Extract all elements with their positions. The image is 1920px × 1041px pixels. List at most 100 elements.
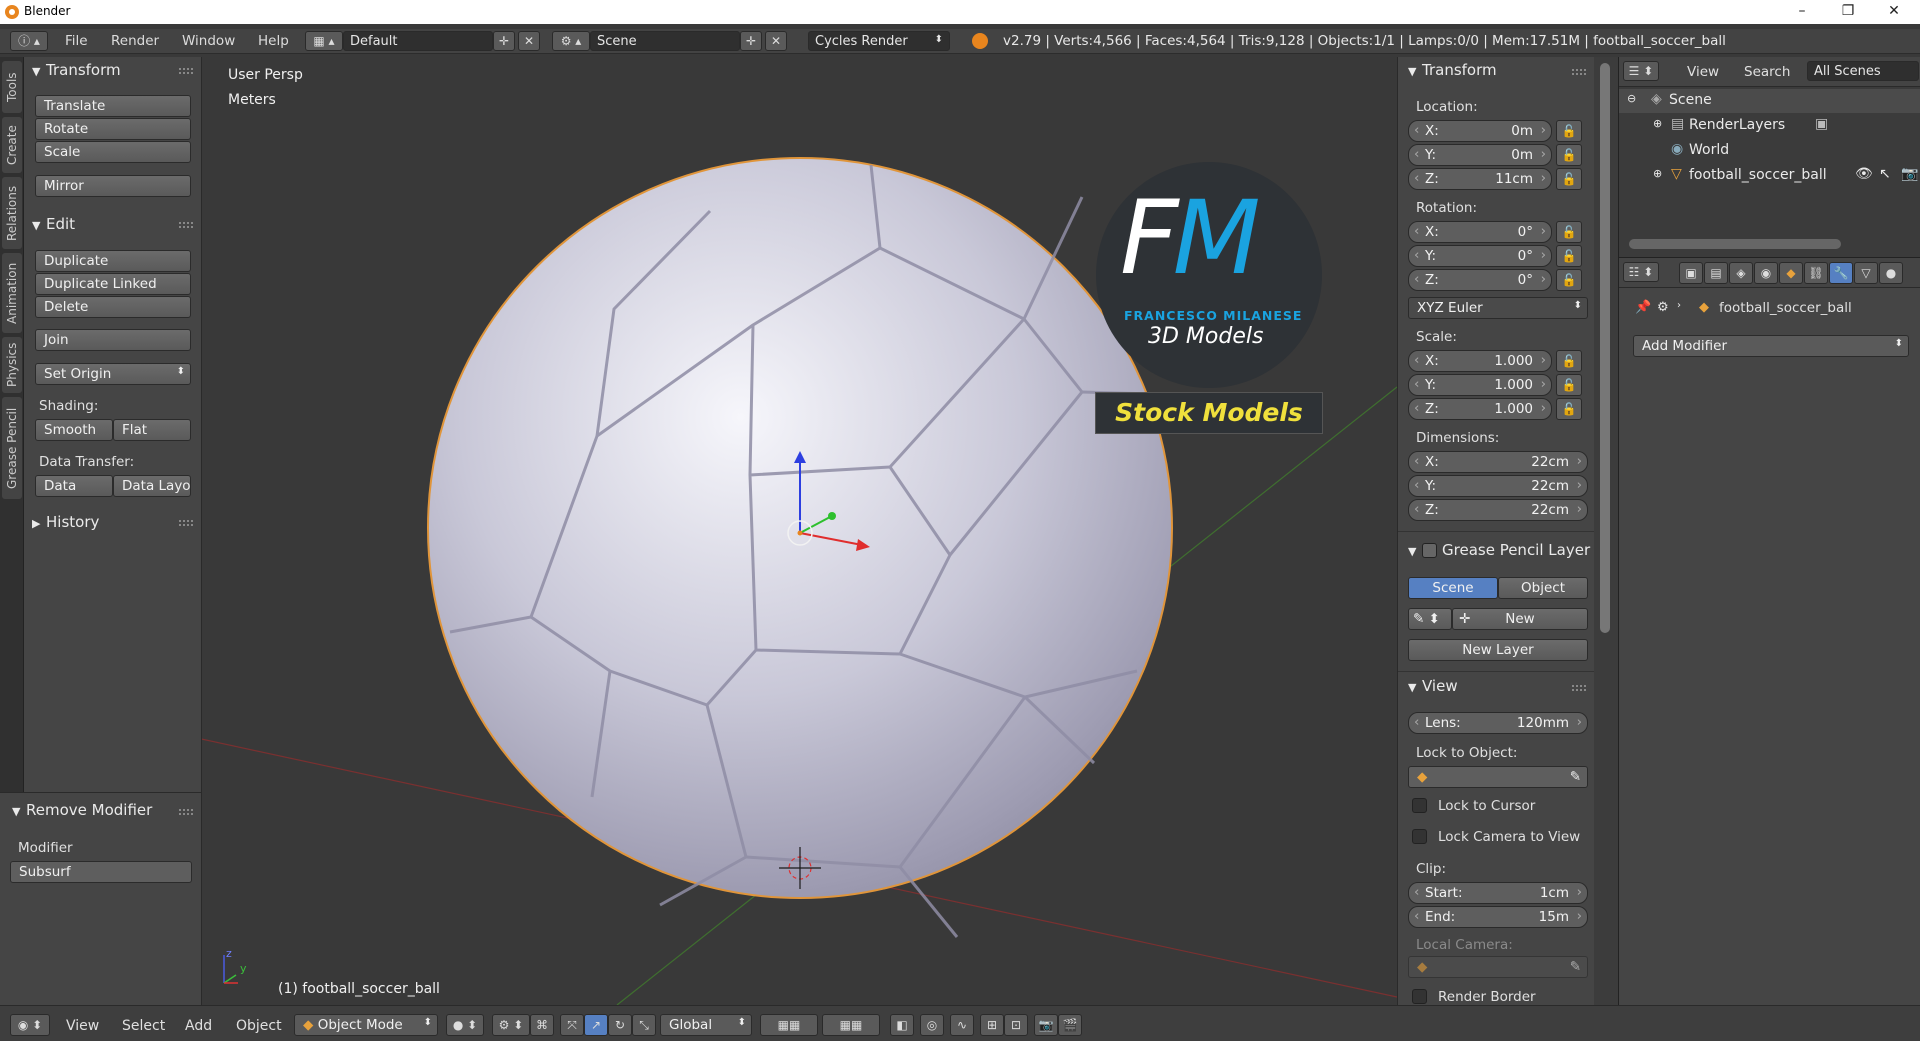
scale-z-field[interactable]: Z: 1.000: [1408, 398, 1552, 420]
panel-grip-icon[interactable]: [179, 222, 193, 228]
translate-active-icon[interactable]: ↗: [584, 1014, 608, 1036]
clip-end-field[interactable]: End: 15m: [1408, 906, 1588, 928]
tab-animation[interactable]: Animation: [2, 253, 22, 333]
grease-pencil-layer-header[interactable]: ▼ Grease Pencil Layer: [1408, 541, 1590, 559]
snap-icon[interactable]: ⊞: [980, 1014, 1004, 1036]
duplicate-button[interactable]: Duplicate: [35, 250, 191, 272]
outliner-editor-icon[interactable]: ☰ ⬍: [1623, 61, 1659, 81]
render-layers-tab-icon[interactable]: ▤: [1704, 262, 1728, 284]
outliner-row-object[interactable]: ⊕ ▽ football_soccer_ball 👁 ↖ 📷: [1619, 164, 1920, 188]
panel-grip-icon[interactable]: [179, 809, 193, 815]
data-layout-button[interactable]: Data Layo: [113, 475, 191, 497]
maximize-button[interactable]: ❐: [1826, 0, 1870, 24]
world-tab-icon[interactable]: ◉: [1754, 262, 1778, 284]
editor-type-3d-icon[interactable]: ◉ ⬍: [10, 1014, 50, 1036]
data-transfer-button[interactable]: Data: [35, 475, 113, 497]
view-panel-header[interactable]: ▼ View: [1408, 677, 1458, 695]
shade-flat-button[interactable]: Flat: [113, 419, 191, 441]
properties-editor-icon[interactable]: ☷ ⬍: [1623, 262, 1659, 282]
rotation-y-field[interactable]: Y: 0°: [1408, 245, 1552, 267]
tab-physics[interactable]: Physics: [2, 337, 22, 393]
tab-create[interactable]: Create: [2, 117, 22, 173]
data-tab-icon[interactable]: ▽: [1854, 262, 1878, 284]
pivot-point-icon[interactable]: ⚙ ⬍: [492, 1014, 530, 1036]
add-modifier-select[interactable]: Add Modifier ⬍: [1633, 335, 1909, 357]
rotation-z-field[interactable]: Z: 0°: [1408, 269, 1552, 291]
history-panel-header[interactable]: ▶ History: [32, 513, 99, 531]
close-button[interactable]: ✕: [1872, 0, 1916, 24]
gp-object-toggle[interactable]: Object: [1498, 577, 1588, 599]
gp-scene-toggle[interactable]: Scene: [1408, 577, 1498, 599]
material-tab-icon[interactable]: ●: [1879, 262, 1903, 284]
object-tab-icon[interactable]: ◆: [1779, 262, 1803, 284]
lock-icon[interactable]: 🔓: [1556, 245, 1582, 267]
add-layout-icon[interactable]: ✛: [493, 31, 515, 51]
outliner-display-mode[interactable]: All Scenes: [1807, 61, 1919, 81]
outliner-h-scrollbar[interactable]: [1629, 239, 1841, 249]
render-border-checkbox[interactable]: [1412, 989, 1427, 1004]
footer-select-menu[interactable]: Select: [122, 1018, 165, 1034]
scene-name-field[interactable]: Scene: [590, 31, 740, 51]
editor-type-info-icon[interactable]: ⓘ ▴: [10, 31, 48, 51]
gp-new-button[interactable]: ✛ New: [1452, 608, 1588, 630]
snap-target-icon[interactable]: ⊡: [1004, 1014, 1028, 1036]
mirror-button[interactable]: Mirror: [35, 175, 191, 197]
collapse-icon[interactable]: ⊖: [1627, 92, 1636, 105]
translate-manip-icon[interactable]: ⤧: [560, 1014, 584, 1036]
lock-camera-checkbox[interactable]: [1412, 829, 1427, 844]
lock-icon[interactable]: 🔓: [1556, 144, 1582, 166]
render-engine-select[interactable]: Cycles Render ⬍: [808, 31, 950, 51]
remove-layout-icon[interactable]: ✕: [518, 31, 540, 51]
lock-icon[interactable]: 🔓: [1556, 374, 1582, 396]
local-camera-field[interactable]: ◆ ✎: [1408, 956, 1588, 978]
location-z-field[interactable]: Z: 11cm: [1408, 168, 1552, 190]
delete-button[interactable]: Delete: [35, 296, 191, 318]
tab-tools[interactable]: Tools: [2, 61, 22, 113]
expand-icon[interactable]: ⊕: [1653, 117, 1662, 130]
footer-view-menu[interactable]: View: [66, 1018, 99, 1034]
edit-panel-header[interactable]: ▼ Edit: [32, 215, 75, 233]
location-y-field[interactable]: Y: 0m: [1408, 144, 1552, 166]
scale-x-field[interactable]: X: 1.000: [1408, 350, 1552, 372]
scene-layers-2-icon[interactable]: ▦▦: [822, 1014, 880, 1036]
menu-help[interactable]: Help: [258, 33, 289, 49]
orientation-select[interactable]: Global ⬍: [660, 1014, 752, 1036]
manipulator-toggle-icon[interactable]: ⌘: [530, 1014, 554, 1036]
viewport-shading-icon[interactable]: ● ⬍: [446, 1014, 484, 1036]
expand-icon[interactable]: ⊕: [1653, 167, 1662, 180]
layout-grid-icon[interactable]: ▦ ▴: [305, 31, 343, 51]
lock-icon[interactable]: 🔓: [1556, 168, 1582, 190]
renderable-camera-icon[interactable]: 📷: [1901, 166, 1918, 182]
pin-icon[interactable]: 📌: [1635, 300, 1651, 315]
render-anim-icon[interactable]: 🎬: [1058, 1014, 1082, 1036]
scene-tab-icon[interactable]: ◈: [1729, 262, 1753, 284]
modifier-name-field[interactable]: Subsurf: [10, 861, 192, 883]
selectable-cursor-icon[interactable]: ↖: [1879, 166, 1891, 182]
tab-relations[interactable]: Relations: [2, 177, 22, 249]
scene-layers-icon[interactable]: ▦▦: [760, 1014, 818, 1036]
dimension-y-field[interactable]: Y: 22cm: [1408, 475, 1588, 497]
lock-icon[interactable]: 🔓: [1556, 398, 1582, 420]
outliner-view-menu[interactable]: View: [1687, 64, 1719, 80]
outliner-row-scene[interactable]: ⊖ ◈ Scene: [1619, 89, 1920, 113]
minimize-button[interactable]: –: [1780, 0, 1824, 24]
lock-icon[interactable]: 🔓: [1556, 120, 1582, 142]
y-gizmo-handle-icon[interactable]: [828, 512, 836, 520]
modifiers-wrench-tab-icon[interactable]: 🔧: [1829, 262, 1853, 284]
panel-grip-icon[interactable]: [179, 520, 193, 526]
lock-icon[interactable]: 🔓: [1556, 221, 1582, 243]
3d-viewport[interactable]: User Persp Meters z y (1) football_socce…: [202, 57, 1397, 1005]
outliner-search-menu[interactable]: Search: [1744, 64, 1790, 80]
render-tab-icon[interactable]: ▣: [1679, 262, 1703, 284]
dimension-x-field[interactable]: X: 22cm: [1408, 451, 1588, 473]
translate-button[interactable]: Translate: [35, 95, 191, 117]
remove-scene-icon[interactable]: ✕: [765, 31, 787, 51]
footer-object-menu[interactable]: Object: [236, 1018, 282, 1034]
panel-grip-icon[interactable]: [179, 68, 193, 74]
scrollbar-thumb[interactable]: [1600, 63, 1610, 633]
scale-y-field[interactable]: Y: 1.000: [1408, 374, 1552, 396]
dimension-z-field[interactable]: Z: 22cm: [1408, 499, 1588, 521]
menu-file[interactable]: File: [65, 33, 88, 49]
outliner-row-renderlayers[interactable]: ⊕ ▤ RenderLayers ▣: [1619, 114, 1920, 138]
rotation-mode-select[interactable]: XYZ Euler ⬍: [1408, 297, 1588, 319]
